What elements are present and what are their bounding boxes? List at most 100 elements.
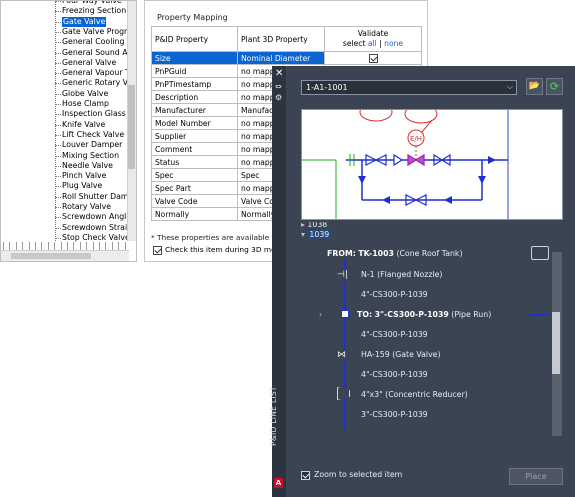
tree-item-label: Generic Rotary Valve <box>62 78 137 88</box>
ruler-tick <box>111 242 113 250</box>
col-validate: Validate select all | none <box>324 26 422 52</box>
nozzle-item[interactable]: N-1 (Flanged Nozzle) <box>361 268 442 282</box>
pid-property-cell: Valve Code <box>151 194 238 208</box>
tree-item-label: Hose Clamp <box>62 99 109 108</box>
pid-property-cell: Model Number <box>151 116 238 130</box>
tree-item-label: Globe Valve <box>62 88 109 98</box>
tree-item-label: Rotary Valve <box>62 202 112 211</box>
open-folder-button[interactable]: 📂 <box>526 78 543 95</box>
tree-connector <box>55 83 61 85</box>
symbol-tree[interactable]: Four Way Valve Freezing Section Gate Valve… <box>0 0 137 262</box>
reducer-item[interactable]: 4"x3" (Concentric Reducer) <box>361 388 468 402</box>
tree-connector <box>55 42 61 44</box>
tree-connector <box>55 186 61 188</box>
separator: | <box>379 39 382 48</box>
ruler-tick <box>41 242 43 250</box>
ruler-tick <box>105 242 107 250</box>
scrollbar-thumb[interactable] <box>11 253 91 259</box>
ruler-tick <box>73 242 75 250</box>
pipe-run-icon <box>341 310 349 318</box>
ruler-tick <box>99 242 100 250</box>
pid-property-cell: Spec <box>151 168 238 182</box>
autohide-icon[interactable]: ⇔ <box>275 82 282 91</box>
ruler-tick <box>28 242 30 250</box>
refresh-button[interactable]: ⟳ <box>546 78 563 95</box>
tank-icon <box>531 246 549 260</box>
validate-checkbox[interactable] <box>368 53 378 63</box>
select-all-link[interactable]: all <box>368 39 377 48</box>
pipe-legend-line <box>529 314 549 316</box>
from-item[interactable]: FROM: TK-1003 (Cone Roof Tank) <box>327 247 463 261</box>
pid-property-cell: Supplier <box>151 129 238 143</box>
ruler-tick <box>9 242 11 250</box>
tree-item-label: Freezing Section <box>62 6 127 16</box>
ruler-tick <box>79 242 81 250</box>
drawing-preview[interactable]: E/H <box>301 109 563 220</box>
validate-header: Validate <box>357 29 389 38</box>
zoom-to-selected-row[interactable]: Zoom to selected item <box>301 470 402 480</box>
pid-preview-diagram: E/H <box>302 110 509 219</box>
tree-connector <box>55 11 61 13</box>
tree-item-label: Four Way Valve <box>62 0 122 5</box>
properties-icon[interactable]: ⚙ <box>275 93 282 102</box>
drawing-dropdown[interactable]: 1-A1-1001 ⌵ <box>301 80 517 95</box>
tree-item-label: Gate Valve <box>62 16 107 27</box>
tree-item-label: Louver Damper <box>62 140 123 150</box>
scrollbar-thumb[interactable] <box>128 85 135 169</box>
zoom-checkbox[interactable] <box>301 470 310 480</box>
property-row[interactable]: Size Nominal Diameter <box>151 51 422 65</box>
select-none-link[interactable]: none <box>384 39 403 48</box>
valve-item[interactable]: HA-159 (Gate Valve) <box>361 348 441 362</box>
tree-item-label: Knife Valve <box>62 119 106 129</box>
tree-item-label: Gate Valve Progressi <box>62 26 137 36</box>
close-icon[interactable]: ✕ <box>275 68 283 79</box>
ruler-tick <box>15 242 17 250</box>
pid-property-cell: Description <box>151 90 238 104</box>
ruler-tick <box>118 242 120 250</box>
line-item[interactable]: 3"-CS300-P-1039 <box>361 408 428 422</box>
validate-cell[interactable] <box>324 51 422 65</box>
ruler-tick <box>86 242 88 250</box>
ruler-tick <box>35 242 36 250</box>
pid-property-cell: PnPGuid <box>151 64 238 78</box>
select-label: select <box>342 39 366 48</box>
gate-valve-icon: ⋈ <box>337 350 353 360</box>
tree-connector <box>55 73 61 75</box>
check-item-checkbox[interactable] <box>153 245 162 255</box>
property-mapping-title: Property Mapping <box>157 13 228 22</box>
tree-horizontal-scrollbar[interactable] <box>1 250 129 261</box>
tree-connector <box>55 31 61 33</box>
tree-node-1039[interactable]: ▾ 1039 <box>301 228 332 242</box>
plant-property-cell[interactable]: Nominal Diameter <box>237 51 325 65</box>
scrollbar-thumb[interactable] <box>552 312 560 374</box>
pid-line-list-palette: ✕ ⇔ ⚙ P&ID LINE LIST A 1-A1-1001 ⌵ 📂 ⟳ E… <box>269 66 575 497</box>
tree-connector <box>55 227 61 229</box>
line-item[interactable]: 4"-CS300-P-1039 <box>361 288 428 302</box>
to-item[interactable]: TO: 3"-CS300-P-1039 (Pipe Run) <box>357 308 491 322</box>
tree-item-label: General Sound Abso <box>62 47 137 57</box>
ruler-tick <box>92 242 94 250</box>
expand-arrow-icon[interactable]: › <box>319 308 322 322</box>
tree-item-label: Pinch Valve <box>62 171 107 181</box>
line-list-tree[interactable]: ▸ 1038 ▾ 1039 FROM: TK-1003 (Cone Roof T… <box>301 222 563 436</box>
tree-item-label: General Cooling Trap <box>62 37 137 47</box>
list-scrollbar[interactable] <box>552 252 562 436</box>
tree-ruler <box>3 240 128 250</box>
tree-connector <box>55 93 61 95</box>
chevron-down-icon[interactable]: ⌵ <box>507 82 513 92</box>
place-button[interactable]: Place <box>509 468 563 485</box>
ruler-tick <box>47 242 49 250</box>
ruler-tick <box>54 242 56 250</box>
tree-item-label: Roll Shutter Damper <box>62 191 137 201</box>
pid-property-cell: Normally <box>151 207 238 221</box>
palette-titlebar[interactable]: ✕ ⇔ ⚙ P&ID LINE LIST A <box>269 66 286 497</box>
pid-property-cell: PnPTimestamp <box>151 77 238 91</box>
tree-item-label: Mixing Section <box>62 150 120 160</box>
line-item[interactable]: 4"-CS300-P-1039 <box>361 368 428 382</box>
tree-vertical-scrollbar[interactable] <box>127 1 136 241</box>
line-item[interactable]: 4"-CS300-P-1039 <box>361 328 428 342</box>
reducer-icon <box>337 387 350 400</box>
tree-item-label: Lift Check Valve <box>62 129 125 139</box>
ruler-tick <box>124 242 126 250</box>
tree-connector <box>55 176 61 178</box>
